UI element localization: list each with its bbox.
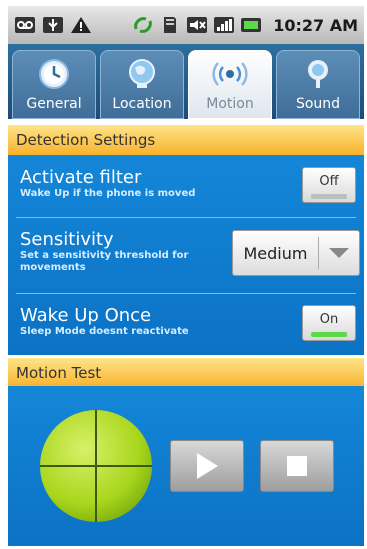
play-icon: [197, 453, 218, 479]
divider: [16, 217, 356, 218]
status-bar: 10:27 AM: [8, 6, 364, 44]
activate-filter-toggle[interactable]: Off: [302, 167, 356, 203]
clock-icon: [39, 59, 69, 89]
sensitivity-selected-value: Medium: [243, 243, 308, 263]
phone-screen: 10:27 AM General Location Motion Sound D…: [0, 0, 367, 549]
warning-icon: [70, 14, 92, 36]
activate-filter-toggle-label: Off: [319, 174, 339, 189]
chevron-down-icon[interactable]: [319, 247, 359, 259]
motion-test-panel: [8, 386, 364, 546]
wake-up-once-toggle[interactable]: On: [302, 305, 356, 341]
status-icons-right: 10:27 AM: [132, 14, 358, 36]
sd-card-icon: [159, 14, 181, 36]
tab-sound-label: Sound: [295, 96, 341, 112]
tab-general[interactable]: General: [12, 50, 96, 119]
detection-settings-panel: Activate filter Wake Up if the phone is …: [8, 155, 364, 355]
motion-test-header: Motion Test: [8, 358, 364, 388]
play-button[interactable]: [170, 440, 244, 492]
stop-button[interactable]: [260, 440, 334, 492]
toggle-indicator-on: [311, 332, 347, 337]
sync-icon: [132, 14, 154, 36]
motion-icon: [212, 62, 248, 86]
motion-indicator-ball: [40, 410, 152, 522]
toggle-indicator-off: [311, 194, 347, 199]
mute-icon: [186, 14, 208, 36]
tab-location[interactable]: Location: [100, 50, 184, 119]
detection-settings-title: Detection Settings: [16, 131, 156, 149]
tab-bar: General Location Motion Sound: [8, 44, 364, 119]
stop-icon: [287, 456, 307, 476]
globe-icon: [129, 59, 155, 88]
voicemail-icon: [14, 14, 36, 36]
signal-icon: [213, 14, 235, 36]
divider: [16, 293, 356, 294]
detection-settings-header: Detection Settings: [8, 125, 364, 155]
tab-motion[interactable]: Motion: [188, 50, 272, 119]
tab-location-label: Location: [112, 96, 172, 112]
sensitivity-dropdown[interactable]: Medium: [232, 230, 360, 276]
status-icons-left: [14, 14, 92, 36]
tab-motion-label: Motion: [206, 96, 254, 112]
battery-icon: [240, 14, 262, 36]
tab-general-label: General: [26, 96, 82, 112]
usb-icon: [42, 14, 64, 36]
tab-sound[interactable]: Sound: [276, 50, 360, 119]
wake-up-once-toggle-label: On: [319, 312, 339, 327]
motion-test-title: Motion Test: [16, 364, 102, 382]
sound-icon: [308, 60, 328, 88]
status-clock: 10:27 AM: [273, 15, 358, 35]
